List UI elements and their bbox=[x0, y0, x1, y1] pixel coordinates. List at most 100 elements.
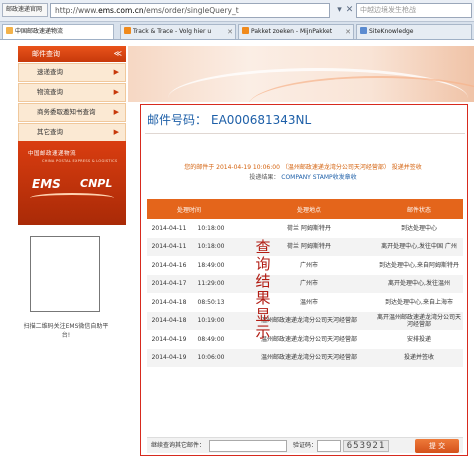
tab-pakket-zoeken[interactable]: Pakket zoeken - MijnPakket ✕ bbox=[238, 24, 354, 39]
cell-time: 08:49:00 bbox=[197, 335, 225, 343]
mail-number-heading: 邮件号码： EA000681343NL bbox=[147, 111, 311, 129]
cell-time: 18:49:00 bbox=[197, 261, 225, 269]
summary-time: 2014-04-19 10:06:00 bbox=[216, 164, 280, 171]
cnpl-logo: CNPL bbox=[80, 177, 113, 190]
cell-date: 2014-04-18 bbox=[147, 311, 191, 330]
cell-status: 到达处理中心,来自阿姆斯特丹 bbox=[379, 261, 459, 269]
submit-button[interactable]: 提 交 bbox=[415, 439, 459, 453]
arrow-right-icon: ▶ bbox=[113, 128, 119, 136]
tab-siteknowledge[interactable]: SiteKnowledge bbox=[356, 24, 472, 39]
sidebar-item-express[interactable]: 速递查询 ▶ bbox=[18, 63, 126, 82]
close-tab-icon[interactable]: ✕ bbox=[227, 25, 233, 39]
tab-label: Pakket zoeken - MijnPakket bbox=[251, 28, 333, 35]
ems-logo-panel: 中国邮政速递物流 CHINA POSTAL EXPRESS & LOGISTIC… bbox=[18, 141, 126, 225]
tab-label: SiteKnowledge bbox=[369, 28, 414, 35]
sidebar-header-label: 邮件查询 bbox=[32, 50, 60, 58]
sidebar-item-logistics[interactable]: 物流查询 ▶ bbox=[18, 83, 126, 102]
sidebar-item-notice[interactable]: 商务委取邀知书查询 ▶ bbox=[18, 103, 126, 122]
search-input[interactable]: 中越边境发生枪战 bbox=[356, 3, 472, 18]
tab-ems[interactable]: 中国邮政速递物流 bbox=[2, 24, 114, 39]
cell-status: 到达处理中心 bbox=[400, 224, 437, 232]
arrow-right-icon: ▶ bbox=[113, 108, 119, 116]
favicon-icon bbox=[124, 27, 131, 34]
table-row: 2014-04-18 10:19:00 温州邮政速递龙湾分公司天河经营部 离开温州邮政… bbox=[147, 311, 463, 330]
cell-status: 到达处理中心,来自上海市 bbox=[385, 298, 453, 306]
mail-number-label: 邮件号码： bbox=[147, 113, 208, 127]
summary-result-label: 投递结果： bbox=[249, 174, 280, 181]
column-header-time: 处理时间 bbox=[147, 199, 231, 219]
continue-query-label: 继续查询其它邮件： bbox=[151, 442, 206, 449]
cell-date: 2014-04-18 bbox=[151, 298, 187, 306]
summary-line-2: 投递结果： COMPANY STAMP收发章收 bbox=[153, 173, 453, 183]
url-host: ems.com.cn bbox=[98, 6, 144, 15]
column-header-status: 邮件状态 bbox=[375, 199, 463, 219]
cell-status: 离开温州邮政速递龙湾分公司天河经营部 bbox=[375, 311, 463, 330]
header-banner bbox=[128, 46, 474, 102]
cell-status: 投递并签收 bbox=[375, 348, 463, 367]
cell-status: 离开处理中心,发往温州 bbox=[375, 274, 463, 293]
table-row: 2014-04-17 11:29:00 广州市 离开处理中心,发往温州 bbox=[147, 274, 463, 293]
sidebar-header: 邮件查询 ≪ bbox=[18, 46, 126, 62]
cell-spacer bbox=[231, 219, 243, 238]
wing-graphic bbox=[30, 193, 114, 203]
table-header-row: 处理时间 处理地点 邮件状态 bbox=[147, 199, 463, 219]
cell-spacer bbox=[231, 237, 243, 256]
close-tab-icon[interactable]: ✕ bbox=[345, 25, 351, 39]
tab-label: Track & Trace - Volg hier u bbox=[133, 28, 212, 35]
url-path: /ems/order/singleQuery_t bbox=[143, 6, 239, 15]
cell-date: 2014-04-11 bbox=[147, 237, 191, 256]
sidebar-item-label: 其它查询 bbox=[37, 128, 63, 136]
captcha-label: 验证码： bbox=[293, 442, 318, 449]
mail-number-value: EA000681343NL bbox=[211, 113, 312, 127]
mail-number-input[interactable] bbox=[209, 440, 287, 452]
cell-time: 11:29:00 bbox=[191, 274, 231, 293]
arrow-right-icon: ▶ bbox=[113, 68, 119, 76]
sidebar-item-label: 商务委取邀知书查询 bbox=[37, 108, 96, 116]
sidebar-item-label: 物流查询 bbox=[37, 88, 63, 96]
url-input[interactable]: http://www.ems.com.cn/ems/order/singleQu… bbox=[50, 3, 330, 18]
address-bar: 邮政速递官网 http://www.ems.com.cn/ems/order/s… bbox=[0, 0, 474, 22]
cell-spacer bbox=[231, 311, 243, 330]
summary-result-value: COMPANY STAMP收发章收 bbox=[281, 174, 357, 181]
tab-track-trace[interactable]: Track & Trace - Volg hier u ✕ bbox=[120, 24, 236, 39]
cell-spacer bbox=[231, 256, 243, 275]
close-icon[interactable]: ✕ bbox=[344, 5, 355, 16]
cell-time: 10:18:00 bbox=[197, 224, 225, 232]
logo-en-text: CHINA POSTAL EXPRESS & LOGISTICS bbox=[42, 159, 118, 163]
cell-time: 08:50:13 bbox=[197, 298, 225, 306]
favicon-icon bbox=[360, 27, 367, 34]
summary-line-1: 您的邮件于 2014-04-19 10:06:00 （温州邮政速递龙湾分公司天河… bbox=[153, 163, 453, 173]
cell-date: 2014-04-11 bbox=[151, 224, 187, 232]
summary-prefix: 您的邮件于 bbox=[184, 164, 215, 171]
tab-strip: 中国邮政速递物流 Track & Trace - Volg hier u ✕ P… bbox=[0, 22, 474, 40]
tracking-table: 处理时间 处理地点 邮件状态 2014-04-11 10:18:00 荷兰 阿姆斯特… bbox=[147, 199, 463, 367]
cell-spacer bbox=[231, 274, 243, 293]
url-prefix: http://www. bbox=[55, 6, 99, 15]
table-row: 2014-04-19 10:06:00 温州邮政速递龙湾分公司天河经营部 投递并签收 bbox=[147, 348, 463, 367]
table-row: 2014-04-18 08:50:13 温州市 到达处理中心,来自上海市 bbox=[147, 293, 463, 312]
favicon-icon bbox=[242, 27, 249, 34]
collapse-icon[interactable]: ≪ bbox=[114, 46, 122, 62]
divider bbox=[145, 133, 465, 134]
summary-location: （温州邮政速递龙湾分公司天河经营部） bbox=[281, 164, 390, 171]
delivery-summary: 您的邮件于 2014-04-19 10:06:00 （温州邮政速递龙湾分公司天河… bbox=[153, 163, 453, 183]
favicon-icon bbox=[6, 27, 13, 34]
tab-label: 中国邮政速递物流 bbox=[15, 28, 64, 35]
query-result-overlay: 查询结果显示 bbox=[255, 238, 271, 341]
pinned-tab[interactable]: 邮政速递官网 bbox=[2, 3, 48, 17]
table-row: 2014-04-11 10:18:00 荷兰 阿姆斯特丹 离开处理中心,发往中国 广州 bbox=[147, 237, 463, 256]
captcha-image[interactable]: 653921 bbox=[343, 440, 389, 452]
cell-time: 10:18:00 bbox=[191, 237, 231, 256]
cell-spacer bbox=[231, 330, 243, 349]
query-result-panel: 邮件号码： EA000681343NL 您的邮件于 2014-04-19 10:0… bbox=[140, 104, 468, 456]
requery-bar: 继续查询其它邮件： 验证码： 653921 提 交 bbox=[147, 437, 463, 453]
cell-time: 10:06:00 bbox=[191, 348, 231, 367]
cell-location: 温州邮政速递龙湾分公司天河经营部 bbox=[243, 348, 375, 367]
sidebar-item-other[interactable]: 其它查询 ▶ bbox=[18, 123, 126, 142]
cell-date: 2014-04-19 bbox=[151, 335, 187, 343]
captcha-input[interactable] bbox=[317, 440, 341, 452]
cell-date: 2014-04-16 bbox=[151, 261, 187, 269]
column-header-location: 处理地点 bbox=[243, 199, 375, 219]
cell-spacer bbox=[231, 293, 243, 312]
cell-location: 荷兰 阿姆斯特丹 bbox=[287, 224, 331, 232]
